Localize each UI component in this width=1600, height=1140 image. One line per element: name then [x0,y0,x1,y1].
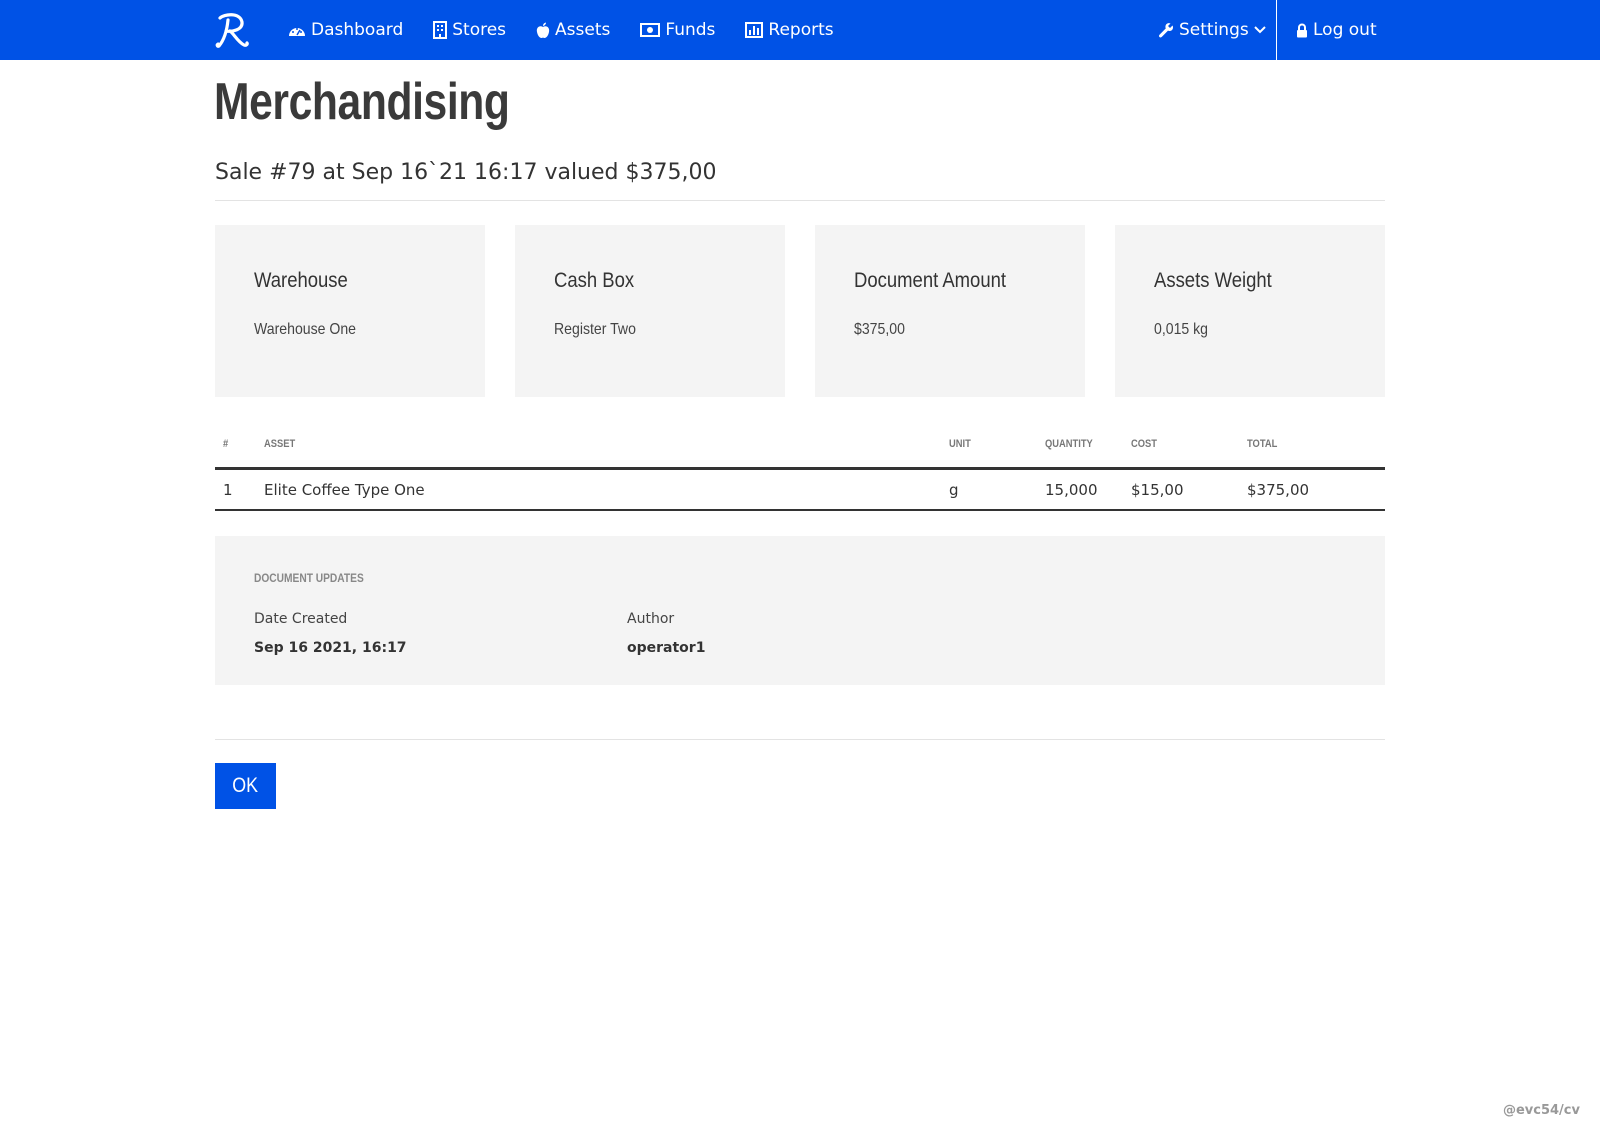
table-header: # ASSET UNIT QUANTITY COST TOTAL [215,438,1385,468]
card-label: Assets Weight [1154,269,1272,292]
nav-logout-label: Log out [1313,20,1377,40]
bar-chart-icon [745,22,764,38]
divider [215,739,1385,740]
nav-stores-label: Stores [452,20,507,40]
nav-funds[interactable]: Funds [640,20,715,40]
page-title: Merchandising [214,73,510,131]
card-value: $375,00 [854,321,905,338]
divider [215,200,1385,201]
nav-stores[interactable]: Stores [433,20,506,40]
nav-assets[interactable]: Assets [536,20,610,40]
chevron-down-icon [1254,26,1266,34]
card-assets-weight: Assets Weight 0,015 kg [1115,225,1385,397]
nav-assets-label: Assets [555,20,611,40]
column-header-cost: COST [1131,438,1157,450]
author-label: Author [627,611,675,627]
nav-reports[interactable]: Reports [745,20,834,40]
nav-dashboard-label: Dashboard [311,20,404,40]
author-value: operator1 [627,640,706,656]
wrench-icon [1158,23,1174,38]
watermark: @evc54/cv [1502,1103,1580,1118]
money-icon [640,23,661,37]
column-header-total: TOTAL [1247,438,1278,450]
cell-number: 1 [223,481,233,499]
nav-settings-label: Settings [1179,20,1249,40]
date-created-label: Date Created [254,611,348,627]
card-label: Document Amount [854,269,1007,292]
document-updates-title: DOCUMENT UPDATES [254,571,364,585]
card-value: 0,015 kg [1154,321,1209,338]
card-label: Warehouse [254,269,348,292]
card-label: Cash Box [554,269,635,292]
card-cash-box: Cash Box Register Two [515,225,785,397]
apple-icon [536,22,550,38]
nav-funds-label: Funds [665,20,716,40]
card-value: Warehouse One [254,321,357,338]
logo[interactable] [214,10,250,50]
column-header-unit: UNIT [949,438,971,450]
ok-button[interactable]: OK [215,763,276,809]
nav-settings-dropdown[interactable]: Settings [1158,0,1286,60]
building-icon [433,21,448,39]
date-created-value: Sep 16 2021, 16:17 [254,640,407,656]
page-subtitle: Sale #79 at Sep 16`21 16:17 valued $375,… [215,160,717,185]
cell-unit: g [949,481,959,499]
main-nav: Dashboard Stores Assets Funds Reports [288,0,864,60]
cell-quantity: 15,000 [1045,481,1098,499]
nav-divider [1276,0,1277,60]
nav-dashboard[interactable]: Dashboard [288,20,403,40]
column-header-asset: ASSET [264,438,296,450]
nav-reports-label: Reports [768,20,834,40]
column-header-quantity: QUANTITY [1045,438,1093,450]
ok-button-label: OK [232,774,259,797]
table-divider [215,509,1385,511]
cell-total: $375,00 [1247,481,1310,499]
document-updates-panel: DOCUMENT UPDATES Date Created Sep 16 202… [215,536,1385,685]
dashboard-icon [289,28,305,36]
nav-logout[interactable]: Log out [1296,0,1377,60]
table-row: 1 Elite Coffee Type One g 15,000 $15,00 … [215,470,1385,510]
card-document-amount: Document Amount $375,00 [815,225,1085,397]
top-navbar: Dashboard Stores Assets Funds Reports Se… [0,0,1600,60]
lock-icon [1297,23,1307,37]
cell-cost: $15,00 [1131,481,1184,499]
logo-icon [215,13,249,48]
card-warehouse: Warehouse Warehouse One [215,225,485,397]
card-value: Register Two [554,321,636,338]
column-header-number: # [223,438,229,450]
cell-asset: Elite Coffee Type One [264,481,425,499]
